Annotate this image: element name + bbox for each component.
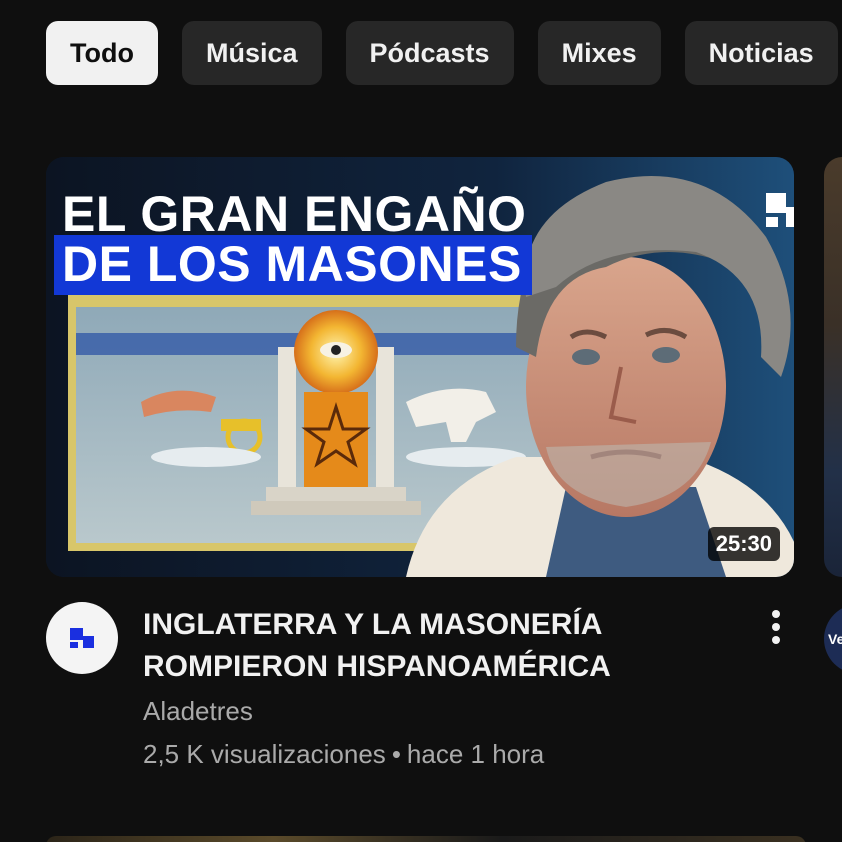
video-title-line2: ROMPIERON HISPANOAMÉRICA xyxy=(143,650,611,683)
home-feed: Todo Música Pódcasts Mixes Noticias EL G… xyxy=(0,0,842,842)
next-row-thumbnail[interactable] xyxy=(46,836,806,842)
channel-name[interactable]: Aladetres xyxy=(143,696,253,727)
chip-mixes[interactable]: Mixes xyxy=(537,21,661,85)
aladetres-logo-icon xyxy=(70,628,94,648)
menu-dot xyxy=(772,610,780,618)
video-title[interactable]: INGLATERRA Y LA MASONERÍA ROMPIERON HISP… xyxy=(143,604,733,688)
menu-dot xyxy=(772,636,780,644)
chip-podcasts[interactable]: Pódcasts xyxy=(345,21,514,85)
next-channel-avatar[interactable]: Ve xyxy=(824,604,842,674)
video-duration: 25:30 xyxy=(707,527,780,561)
video-title-line1: INGLATERRA Y LA MASONERÍA xyxy=(143,608,603,641)
thumbnail-headline-line1: EL GRAN ENGAÑO xyxy=(62,186,527,242)
video-metadata: 2,5 K visualizaciones • hace 1 hora xyxy=(143,739,544,770)
chip-todo[interactable]: Todo xyxy=(46,21,158,85)
menu-dot xyxy=(772,623,780,631)
chip-noticias[interactable]: Noticias xyxy=(684,21,838,85)
more-vert-icon[interactable] xyxy=(760,606,792,648)
meta-separator: • xyxy=(391,739,401,769)
upload-age: hace 1 hora xyxy=(406,739,545,769)
thumbnail-headline-line2: DE LOS MASONES xyxy=(54,235,532,295)
channel-avatar[interactable] xyxy=(46,602,118,674)
filter-chips: Todo Música Pódcasts Mixes Noticias xyxy=(46,21,838,85)
chip-musica[interactable]: Música xyxy=(181,21,322,85)
next-video-thumbnail[interactable] xyxy=(824,157,842,577)
video-thumbnail[interactable]: EL GRAN ENGAÑO DE LOS MASONES 25:30 xyxy=(46,157,794,577)
view-count: 2,5 K visualizaciones xyxy=(143,739,386,769)
